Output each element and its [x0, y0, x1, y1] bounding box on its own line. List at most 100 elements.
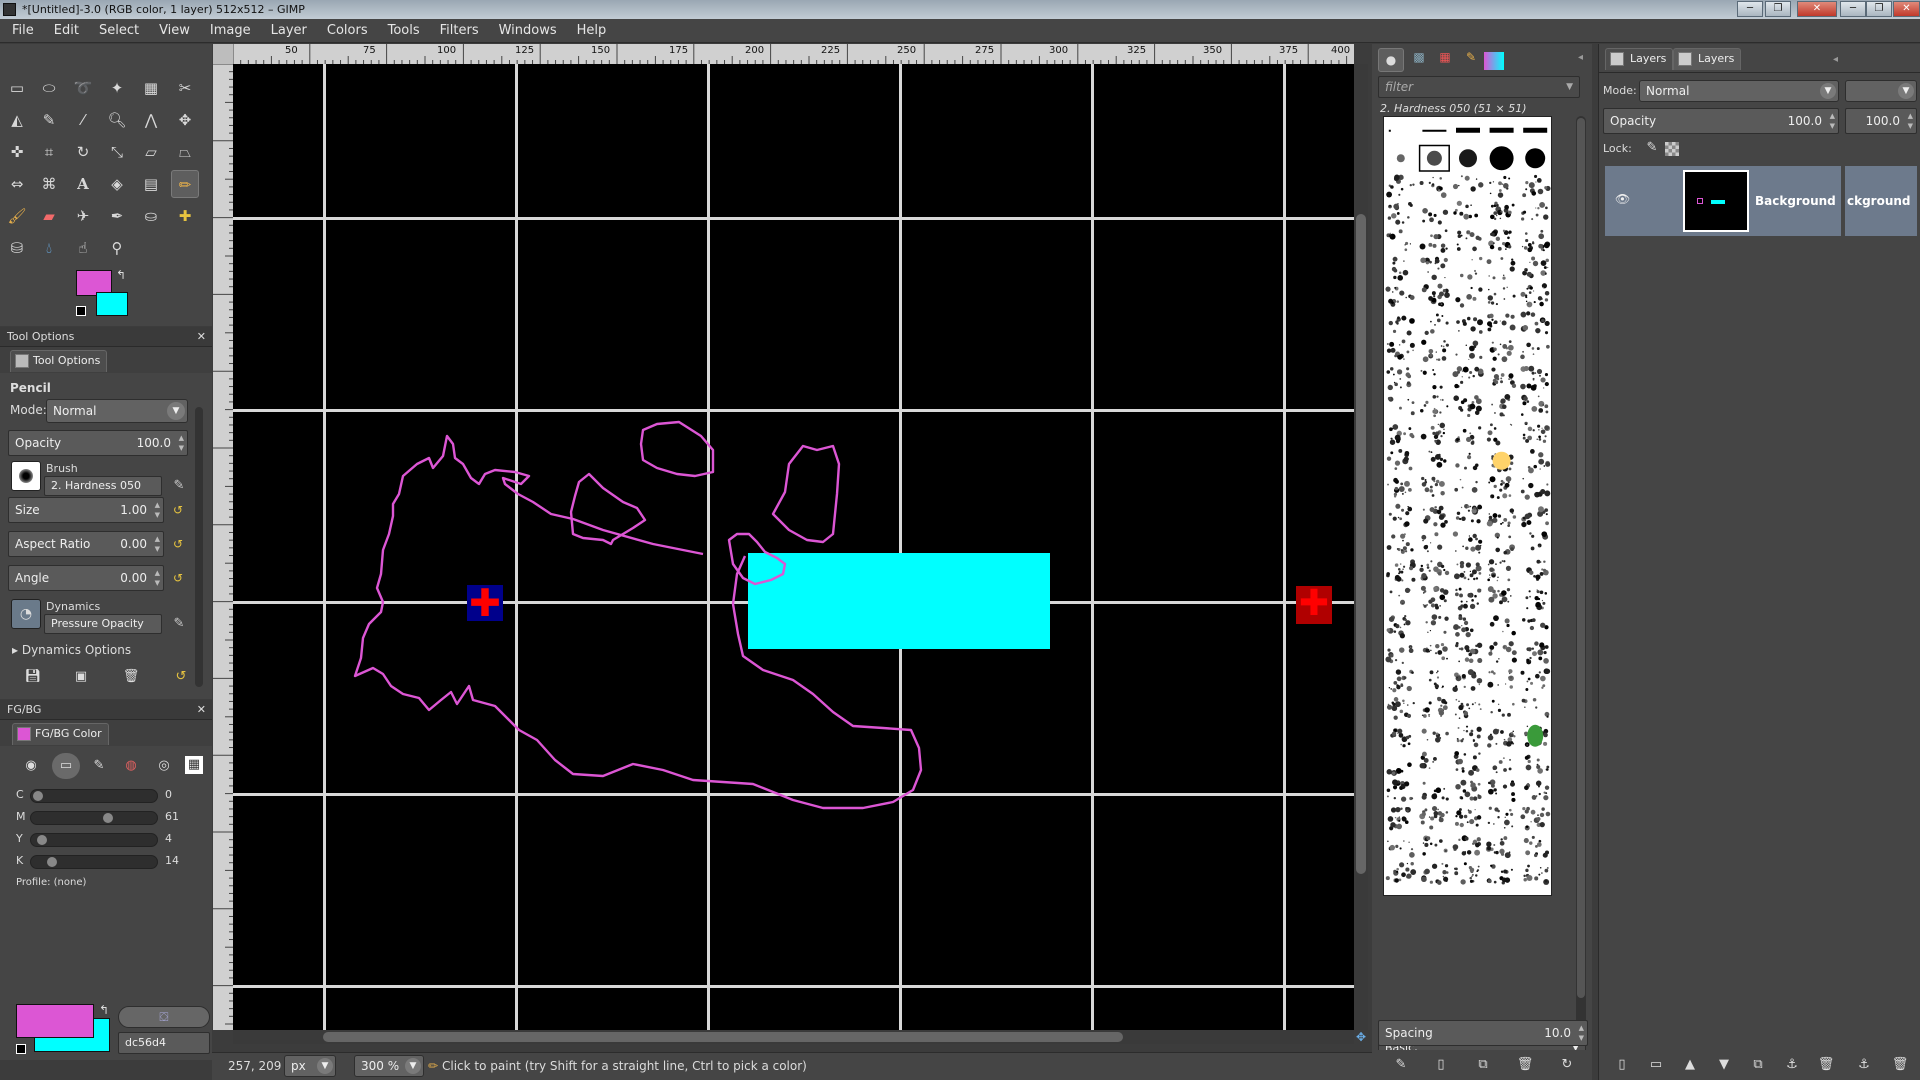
brush-filter-input[interactable]: filter ▼: [1378, 76, 1580, 98]
tab-tool-options[interactable]: Tool Options: [10, 350, 108, 372]
perspective-clone-icon[interactable]: ⛁: [3, 234, 31, 262]
tool-options-scrollbar[interactable]: [195, 407, 203, 687]
dock-close-icon[interactable]: ✕: [197, 327, 206, 347]
layer-row-background[interactable]: 👁︎ Background: [1605, 166, 1841, 236]
layer-opacity-field[interactable]: Opacity 100.0 ▲ ▼: [1603, 108, 1839, 134]
scissors-icon[interactable]: ✂: [171, 74, 199, 102]
slider-knob[interactable]: [33, 791, 43, 801]
new-layer-icon[interactable]: ▯: [1611, 1055, 1633, 1075]
menu-colors[interactable]: Colors: [317, 19, 378, 43]
horizontal-scrollbar[interactable]: [233, 1030, 1354, 1044]
maximize-button-2[interactable]: ❐: [1866, 1, 1892, 17]
scale-icon[interactable]: ⤡: [103, 138, 131, 166]
close-button-2[interactable]: ✕: [1893, 1, 1920, 17]
layer-name-clipped[interactable]: ckground: [1847, 194, 1911, 208]
restore-options-icon[interactable]: ▣: [70, 667, 92, 687]
top-ruler[interactable]: 50 75 100 125 150 175 200 225 250 275 30…: [233, 44, 1354, 64]
spin-arrows-icon[interactable]: ▲ ▼: [155, 568, 160, 588]
rect-select-icon[interactable]: ▭: [3, 74, 31, 102]
dock-menu-icon[interactable]: ◂: [1833, 54, 1838, 65]
hex-color-field[interactable]: dc56d4: [118, 1032, 210, 1054]
spin-arrows-icon[interactable]: ▲ ▼: [1579, 1023, 1584, 1043]
spin-arrows-icon[interactable]: ▲ ▼: [1908, 111, 1913, 131]
delete-layer-icon[interactable]: 🗑︎: [1815, 1055, 1837, 1075]
clone-icon[interactable]: ⛀: [137, 202, 165, 230]
flip-icon[interactable]: ⇔: [3, 170, 31, 198]
lock-pixels-icon[interactable]: ✎: [1643, 138, 1661, 158]
brushes-tab-icon[interactable]: ●: [1378, 48, 1404, 72]
left-ruler[interactable]: [213, 64, 233, 1030]
background-color-swatch-front[interactable]: [96, 292, 128, 316]
scales-icon[interactable]: ◉: [20, 756, 42, 776]
paintbrush-icon[interactable]: 🖌︎: [3, 202, 31, 230]
patterns-tab-icon[interactable]: ▩: [1408, 50, 1430, 70]
aspect-ratio-field[interactable]: Aspect Ratio 0.00 ▲ ▼: [8, 531, 164, 557]
perspective-icon[interactable]: ⏢: [171, 138, 199, 166]
lock-alpha-icon[interactable]: [1665, 142, 1679, 156]
raise-layer-icon[interactable]: ▲: [1679, 1055, 1701, 1075]
slider-knob[interactable]: [47, 857, 57, 867]
menu-view[interactable]: View: [149, 19, 200, 43]
spacing-field[interactable]: Spacing 10.0 ▲ ▼: [1378, 1020, 1588, 1046]
tab-layers-1[interactable]: Layers: [1605, 48, 1674, 70]
delete-options-icon[interactable]: 🗑︎: [120, 667, 142, 687]
dock-menu-icon[interactable]: ◂: [1578, 52, 1583, 63]
crop-icon[interactable]: ⌗: [35, 138, 63, 166]
close-button[interactable]: ✕: [1797, 1, 1837, 17]
brush-grid[interactable]: ★: [1383, 116, 1552, 896]
delete-brush-icon[interactable]: 🗑︎: [1514, 1055, 1536, 1075]
watercolor-icon[interactable]: ✎: [88, 756, 110, 776]
channel-y-value[interactable]: 4: [165, 832, 172, 845]
heal-icon[interactable]: ✚: [171, 202, 199, 230]
palette-icon[interactable]: ▦: [185, 756, 203, 774]
fgbg-foreground-swatch[interactable]: [16, 1004, 94, 1038]
layer-name[interactable]: Background: [1755, 194, 1836, 208]
foreground-select-icon[interactable]: ◭: [3, 106, 31, 134]
layer-opacity-field-2[interactable]: 100.0 ▲ ▼: [1845, 108, 1917, 134]
menu-edit[interactable]: Edit: [44, 19, 89, 43]
gradients-tab-icon[interactable]: ▦: [1434, 50, 1456, 70]
dynamics-preview-button[interactable]: ◔: [11, 599, 41, 629]
dock-close-icon[interactable]: ✕: [197, 700, 206, 720]
save-options-icon[interactable]: 💾︎: [22, 667, 44, 687]
pencil-icon[interactable]: ✏: [171, 170, 199, 198]
angle-field[interactable]: Angle 0.00 ▲ ▼: [8, 565, 164, 591]
edit-dynamics-icon[interactable]: ✎: [168, 614, 190, 634]
zoom-icon[interactable]: 🔍︎: [103, 106, 131, 134]
new-layer-group-icon[interactable]: ▭: [1645, 1055, 1667, 1075]
brush-preview-button[interactable]: [11, 461, 41, 491]
lower-layer-icon[interactable]: ▼: [1713, 1055, 1735, 1075]
smudge-icon[interactable]: ☝: [69, 234, 97, 262]
channel-k-slider[interactable]: [30, 855, 158, 869]
tab-fgbg-color[interactable]: FG/BG Color: [12, 723, 109, 745]
eraser-icon[interactable]: ▰: [35, 202, 63, 230]
navigate-icon[interactable]: ✥: [1354, 1030, 1368, 1044]
shear-icon[interactable]: ▱: [137, 138, 165, 166]
swap-colors-icon[interactable]: ↰: [116, 268, 126, 282]
color-tab-icon[interactable]: [1484, 52, 1504, 70]
anchor-layer-icon-2[interactable]: ⚓︎: [1853, 1055, 1875, 1075]
default-colors-icon[interactable]: [16, 1044, 26, 1054]
triangle-icon[interactable]: ◎: [153, 756, 175, 776]
menu-layer[interactable]: Layer: [261, 19, 317, 43]
unit-select[interactable]: px ▼: [284, 1055, 336, 1077]
brush-name-field[interactable]: 2. Hardness 050: [44, 476, 162, 496]
channel-c-slider[interactable]: [30, 789, 158, 803]
paths-icon[interactable]: ✎: [35, 106, 63, 134]
rotate-icon[interactable]: ↻: [69, 138, 97, 166]
blur-icon[interactable]: 💧︎: [35, 234, 63, 262]
image-canvas[interactable]: ✚ ✚: [233, 64, 1354, 1030]
layer-row-background-2[interactable]: ckground: [1845, 166, 1917, 236]
dynamics-name-field[interactable]: Pressure Opacity: [44, 614, 162, 634]
channel-y-slider[interactable]: [30, 833, 158, 847]
slider-knob[interactable]: [103, 813, 113, 823]
wheel-icon[interactable]: ◍: [120, 756, 142, 776]
duplicate-layer-icon[interactable]: ⧉: [1747, 1055, 1769, 1075]
layer-mode-select-2[interactable]: ▼: [1845, 80, 1917, 102]
reset-aspect-icon[interactable]: ↺: [170, 536, 186, 552]
channel-c-value[interactable]: 0: [165, 788, 172, 801]
size-field[interactable]: Size 1.00 ▲ ▼: [8, 497, 164, 523]
spin-arrows-icon[interactable]: ▲ ▼: [155, 500, 160, 520]
spin-arrows-icon[interactable]: ▲ ▼: [1830, 111, 1835, 131]
measure-icon[interactable]: ⋀: [137, 106, 165, 134]
